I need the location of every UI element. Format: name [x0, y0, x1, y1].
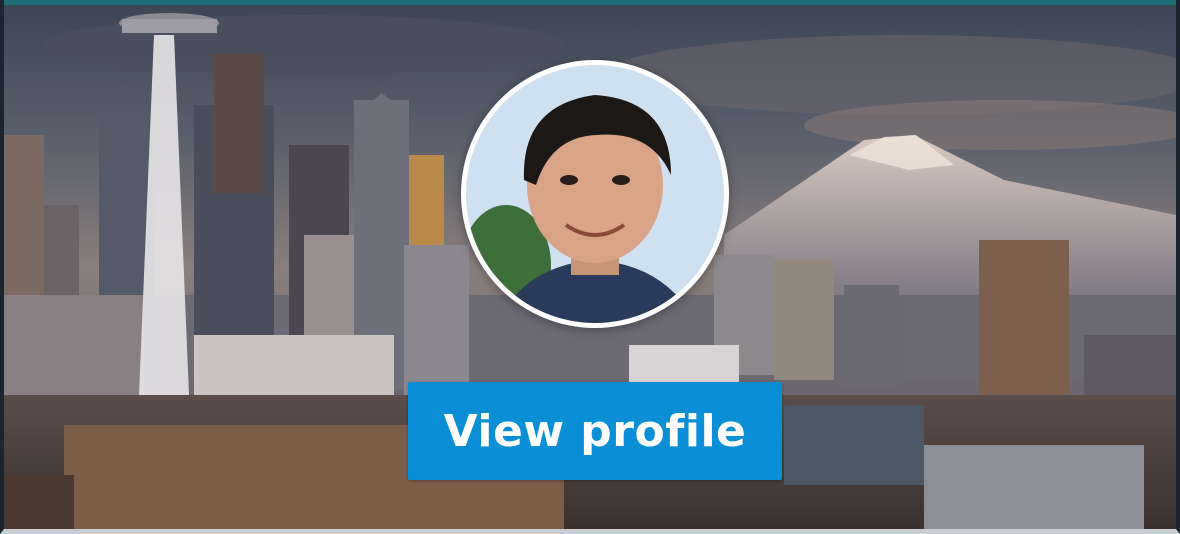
profile-avatar[interactable]	[461, 60, 729, 328]
view-profile-button[interactable]: View profile	[408, 382, 782, 480]
top-accent-bar	[4, 0, 1176, 5]
profile-photo	[466, 65, 724, 323]
profile-card: View profile	[0, 0, 1180, 534]
